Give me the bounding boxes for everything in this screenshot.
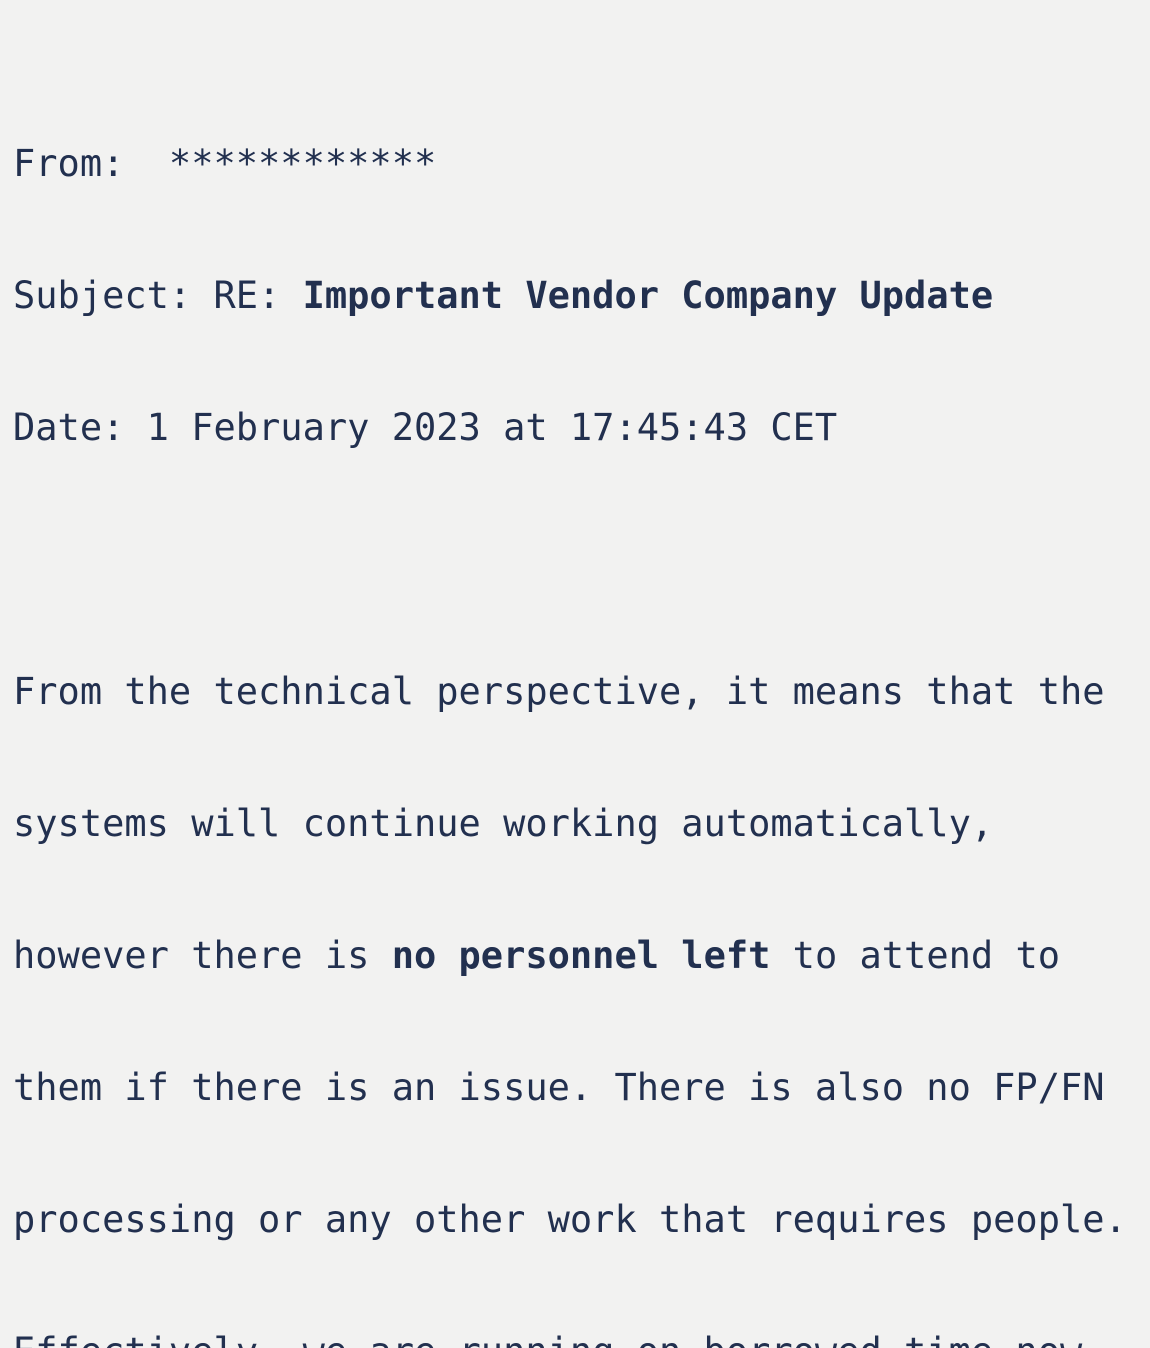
email-date-line: Date: 1 February 2023 at 17:45:43 CET [13,406,838,449]
email-quote-container: From: ************ Subject: RE: Importan… [0,0,1150,1348]
email-from-line: From: ************ [13,142,437,185]
body-line-1: From the technical perspective, it means… [13,670,1105,713]
email-header-block: From: ************ Subject: RE: Importan… [13,54,1150,538]
body-line-3: however there is no personnel left to at… [13,934,1150,978]
email-body-paragraph-1: From the technical perspective, it means… [13,582,1150,1348]
body-line-3-text-before: however there is [13,934,392,977]
email-subject-title: Important Vendor Company Update [302,274,994,317]
email-subject-label: Subject: RE: [13,274,303,317]
body-line-3-text-after: to attend to [770,934,1060,977]
body-line-6: Effectively, we are running on borrowed … [13,1330,1150,1348]
body-line-5: processing or any other work that requir… [13,1198,1127,1241]
body-line-3-emphasis: no personnel left [391,934,771,977]
body-line-2: systems will continue working automatica… [13,802,994,845]
body-line-4: them if there is an issue. There is also… [13,1066,1105,1109]
email-subject-line: Subject: RE: Important Vendor Company Up… [13,274,1150,318]
